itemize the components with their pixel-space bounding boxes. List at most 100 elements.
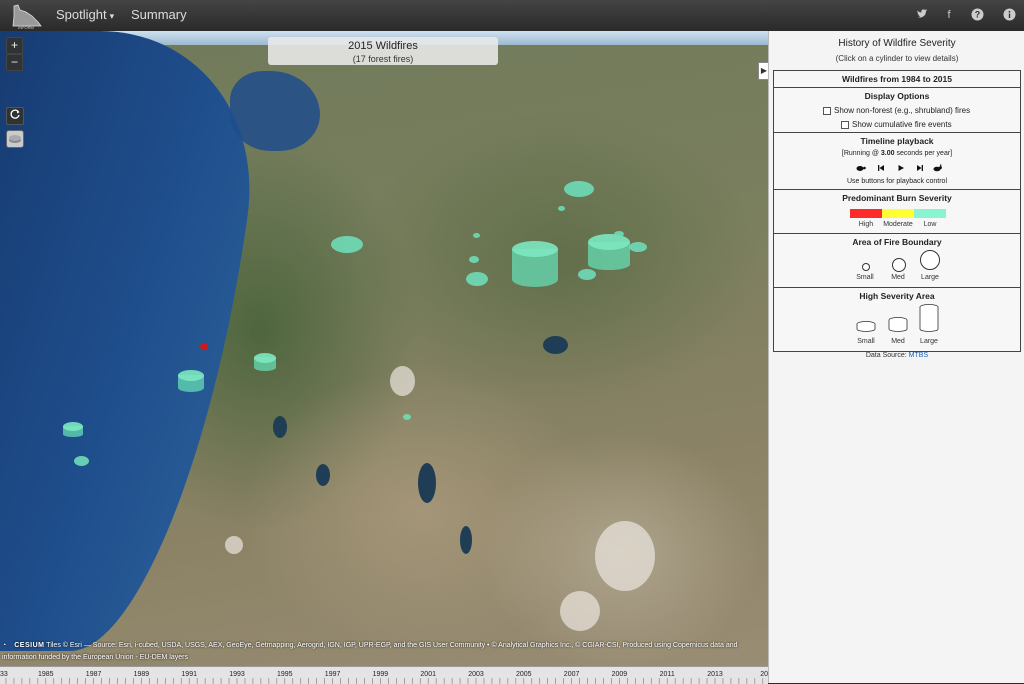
non-forest-checkbox[interactable] [823, 106, 831, 115]
highlighted-fire-cylinder[interactable] [200, 343, 208, 350]
high-severity-area-section: High Severity Area Small Med Large [773, 287, 1021, 352]
twitter-icon[interactable] [915, 8, 929, 22]
fire-cylinder[interactable] [466, 272, 488, 286]
globe-map-view[interactable]: + − 2015 Wildfires (17 forest fires) ◔ CE… [0, 31, 768, 666]
timeline-year-label: 2009 [612, 671, 628, 678]
low-severity-swatch [914, 209, 946, 218]
timeline-ticks: 33 1985 1987 1989 1991 1993 1995 1997 1999 2001 20… [0, 671, 768, 684]
timeline-year-label: 1987 [86, 671, 102, 678]
low-label: Low [923, 221, 937, 228]
fire-cylinder[interactable] [578, 269, 596, 280]
step-back-icon [877, 165, 884, 171]
large-area-circle [920, 250, 940, 270]
dry-lake [225, 536, 243, 554]
timeline-year-label: 1995 [277, 671, 293, 678]
slower-button[interactable] [854, 163, 867, 176]
fire-cylinder[interactable] [469, 256, 479, 263]
zoom-out-button[interactable]: − [6, 54, 23, 71]
timeline-year-label: 2003 [468, 671, 484, 678]
area-large-label: Large [921, 274, 939, 281]
range-section: Wildfires from 1984 to 2015 [773, 70, 1021, 88]
data-source-label: Data Source: [865, 352, 909, 359]
fire-cylinder[interactable] [74, 456, 89, 466]
timeline-year-label: 2007 [564, 671, 580, 678]
non-forest-option[interactable]: Show non-forest (e.g., shrubland) fires [823, 106, 970, 115]
severity-large-label: Large [920, 338, 938, 345]
non-forest-label: Show non-forest (e.g., shrubland) fires [834, 106, 971, 115]
timeline-year-label: 20 [760, 671, 768, 678]
fire-cylinder[interactable] [403, 414, 411, 420]
cesium-logo[interactable]: ◔ CESIUM [2, 642, 44, 649]
cesium-label: CESIUM [14, 642, 45, 649]
logo-icon[interactable]: INFORM [8, 2, 44, 30]
timeline-year-label: 1997 [325, 671, 341, 678]
zoom-in-button[interactable]: + [6, 37, 23, 54]
med-cylinder-icon [888, 317, 908, 332]
cumulative-checkbox[interactable] [841, 120, 849, 129]
timeline-year-label: 2011 [660, 671, 675, 678]
playback-status-prefix: [Running @ [841, 150, 881, 157]
info-panel: History of Wildfire Severity (Click on a… [768, 31, 1024, 683]
logo-text: INFORM [18, 25, 34, 30]
playback-heading: Timeline playback [860, 136, 934, 146]
help-icon[interactable]: ? [970, 8, 984, 22]
reset-view-button[interactable] [6, 107, 24, 125]
fire-cylinder[interactable] [558, 206, 565, 211]
chevron-down-icon: ▾ [109, 11, 115, 21]
mtbs-link[interactable]: MTBS [909, 352, 928, 359]
data-source: Data Source: MTBS [769, 352, 1024, 359]
top-navbar: INFORM Spotlight ▾ Summary f ? [0, 0, 1024, 32]
timeline-year-label: 1993 [229, 671, 245, 678]
cumulative-option[interactable]: Show cumulative fire events [841, 120, 952, 129]
info-icon[interactable] [1002, 8, 1016, 22]
display-options-section: Display Options Show non-forest (e.g., s… [773, 87, 1021, 133]
step-forward-icon [916, 165, 923, 171]
facebook-icon[interactable]: f [942, 8, 956, 22]
dry-lake [390, 366, 415, 396]
fire-cylinder[interactable] [564, 181, 594, 197]
rabbit-icon [933, 163, 942, 172]
range-label: Wildfires from 1984 to 2015 [842, 74, 952, 84]
fire-cylinder[interactable] [331, 236, 363, 253]
fire-cylinder[interactable] [254, 353, 276, 373]
step-forward-button[interactable] [913, 163, 926, 176]
timeline-year-label: 1991 [181, 671, 197, 678]
timeline-year-label: 1989 [134, 671, 150, 678]
lake [316, 464, 330, 486]
fire-cylinder[interactable] [63, 422, 83, 439]
faster-button[interactable] [931, 163, 944, 176]
spotlight-label: Spotlight [56, 7, 107, 22]
playback-status: [Running @ 3.00 seconds per year] [774, 150, 1020, 157]
fire-cylinder[interactable] [473, 233, 480, 238]
fire-cylinder[interactable] [588, 234, 630, 272]
fire-cylinder[interactable] [614, 231, 624, 237]
play-icon [898, 165, 904, 171]
moderate-severity-swatch [882, 209, 914, 218]
playback-hint: Use buttons for playback control [847, 178, 947, 185]
summary-link[interactable]: Summary [131, 7, 187, 22]
timeline-year-label: 2005 [516, 671, 532, 678]
map-title: 2015 Wildfires [348, 40, 418, 52]
fire-cylinder[interactable] [629, 242, 647, 252]
svg-text:?: ? [974, 10, 980, 20]
playback-status-suffix: seconds per year] [894, 150, 953, 157]
refresh-icon [10, 109, 20, 119]
burn-severity-heading: Predominant Burn Severity [842, 193, 952, 203]
med-area-circle [892, 258, 906, 272]
playback-speed: 3.00 [880, 150, 895, 157]
large-cylinder-icon [919, 304, 939, 332]
timeline-year-label: 2001 [420, 671, 436, 678]
small-area-circle [862, 263, 870, 271]
fire-cylinder[interactable] [178, 370, 204, 394]
panel-title: History of Wildfire Severity [838, 38, 956, 49]
step-back-button[interactable] [874, 163, 887, 176]
base-layer-picker-button[interactable] [6, 130, 24, 148]
fire-area-heading: Area of Fire Boundary [852, 237, 942, 247]
fire-cylinder[interactable] [512, 241, 558, 291]
timeline-bar[interactable]: 33 1985 1987 1989 1991 1993 1995 1997 1999 2001 20… [0, 666, 768, 684]
timeline-year-label: 33 [0, 671, 8, 678]
play-button[interactable] [894, 163, 907, 176]
panel-subtitle: (Click on a cylinder to view details) [835, 54, 959, 63]
high-severity-swatch [850, 209, 882, 218]
spotlight-menu[interactable]: Spotlight ▾ [56, 7, 114, 22]
